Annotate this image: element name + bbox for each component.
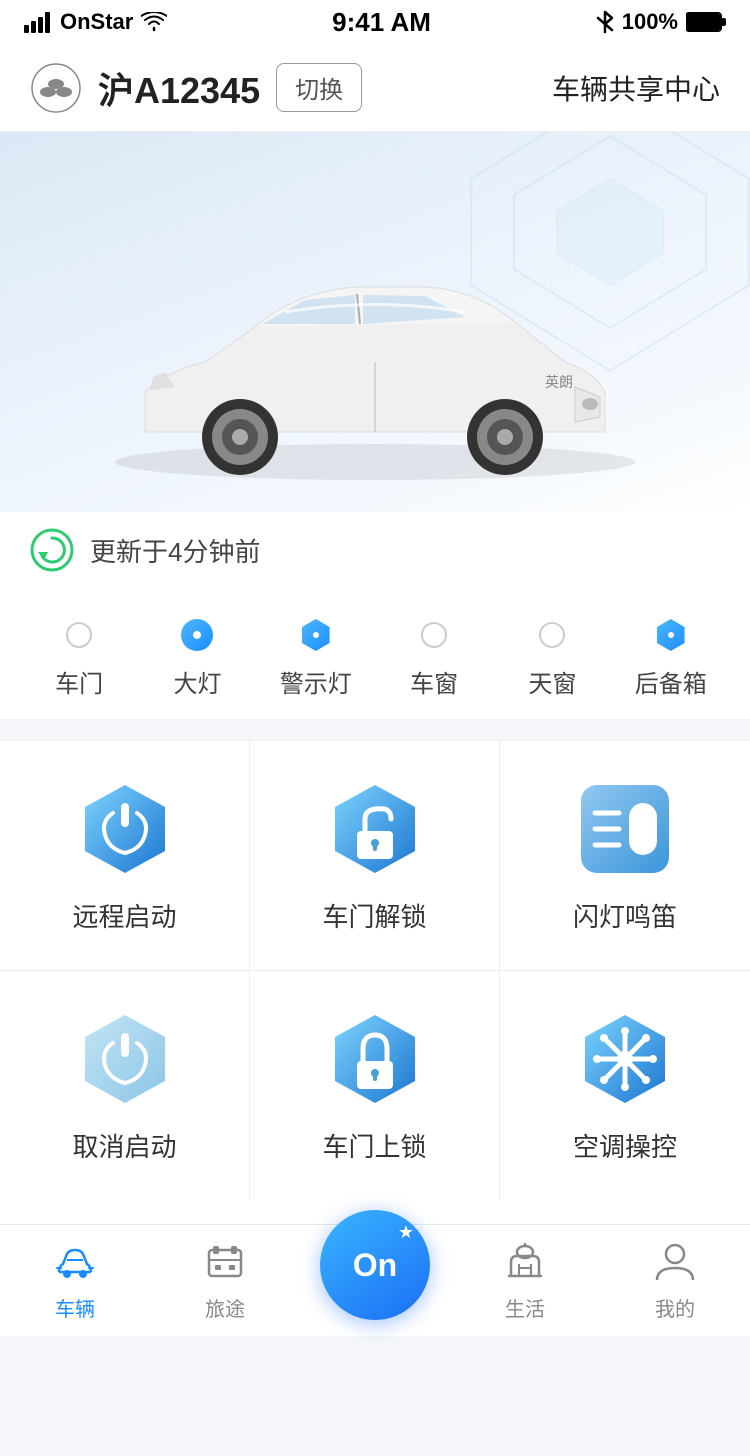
ac-control-svg xyxy=(577,1011,673,1107)
vehicle-nav-icon xyxy=(50,1237,100,1287)
spacer xyxy=(0,1336,750,1456)
status-row: 车门 大灯 警示灯 车窗 天窗 xyxy=(0,588,750,720)
buick-logo xyxy=(30,62,82,114)
life-nav-label: 生活 xyxy=(505,1293,545,1322)
update-bar[interactable]: 更新于4分钟前 xyxy=(0,512,750,588)
status-bar: OnStar 9:41 AM 100% xyxy=(0,0,750,44)
flash-horn-svg xyxy=(577,781,673,877)
remote-start-icon xyxy=(77,781,173,877)
hazard-status-indicator xyxy=(299,618,333,652)
refresh-icon[interactable] xyxy=(30,528,74,572)
vehicle-nav-label: 车辆 xyxy=(55,1293,95,1322)
door-lock-svg xyxy=(327,1011,423,1107)
status-item-hazard[interactable]: 警示灯 xyxy=(266,618,366,699)
ac-control-label: 空调操控 xyxy=(573,1127,677,1164)
trunk-label: 后备箱 xyxy=(635,664,707,699)
window-label: 车窗 xyxy=(410,664,458,699)
headlight-label: 大灯 xyxy=(173,664,221,699)
status-right: 100% xyxy=(596,9,726,35)
sunroof-status-indicator xyxy=(535,618,569,652)
wifi-icon xyxy=(141,12,167,32)
window-status-indicator xyxy=(417,618,451,652)
status-time: 9:41 AM xyxy=(332,7,431,38)
status-item-door[interactable]: 车门 xyxy=(29,618,129,699)
status-left: OnStar xyxy=(24,9,167,35)
nav-item-onstar[interactable]: ★ On xyxy=(315,1240,435,1320)
trip-nav-icon xyxy=(200,1237,250,1287)
door-unlock-label: 车门解锁 xyxy=(322,897,426,934)
flash-horn-button[interactable]: 闪灯鸣笛 xyxy=(500,741,750,971)
ac-control-button[interactable]: 空调操控 xyxy=(500,971,750,1200)
switch-vehicle-button[interactable]: 切换 xyxy=(276,63,362,112)
cancel-start-icon xyxy=(77,1011,173,1107)
trunk-status-indicator xyxy=(654,618,688,652)
battery-percent: 100% xyxy=(622,9,678,35)
status-item-trunk[interactable]: 后备箱 xyxy=(621,618,721,699)
header-left: 沪A12345 切换 xyxy=(30,62,362,114)
bluetooth-icon xyxy=(596,10,614,34)
door-unlock-svg xyxy=(327,781,423,877)
flash-horn-icon xyxy=(577,781,673,877)
headlight-status-indicator xyxy=(180,618,214,652)
cancel-start-button[interactable]: 取消启动 xyxy=(0,971,250,1200)
sunroof-label: 天窗 xyxy=(528,664,576,699)
nav-item-profile[interactable]: 我的 xyxy=(615,1237,735,1322)
door-unlock-button[interactable]: 车门解锁 xyxy=(250,741,500,971)
cancel-start-svg xyxy=(77,1011,173,1107)
door-label: 车门 xyxy=(55,664,103,699)
door-status-indicator xyxy=(62,618,96,652)
status-item-window[interactable]: 车窗 xyxy=(384,618,484,699)
profile-nav-icon xyxy=(650,1237,700,1287)
status-item-sunroof[interactable]: 天窗 xyxy=(502,618,602,699)
onstar-label: On xyxy=(353,1249,397,1281)
door-lock-button[interactable]: 车门上锁 xyxy=(250,971,500,1200)
door-lock-icon xyxy=(327,1011,423,1107)
plate-number: 沪A12345 xyxy=(98,62,260,114)
remote-start-svg xyxy=(77,781,173,877)
door-lock-label: 车门上锁 xyxy=(322,1127,426,1164)
bottom-nav: 车辆 旅途 ★ On xyxy=(0,1224,750,1334)
onstar-center-button[interactable]: ★ On xyxy=(320,1210,430,1320)
svg-text:英朗: 英朗 xyxy=(545,374,573,391)
battery-icon xyxy=(686,11,726,33)
app-header: 沪A12345 切换 车辆共享中心 xyxy=(0,44,750,132)
nav-item-vehicle[interactable]: 车辆 xyxy=(15,1237,135,1322)
nav-item-life[interactable]: 生活 xyxy=(465,1237,585,1322)
section-divider xyxy=(0,720,750,740)
nav-item-trip[interactable]: 旅途 xyxy=(165,1237,285,1322)
control-grid: 远程启动 车门解锁 xyxy=(0,740,750,1200)
door-unlock-icon xyxy=(327,781,423,877)
update-text: 更新于4分钟前 xyxy=(90,532,260,569)
remote-start-label: 远程启动 xyxy=(72,897,176,934)
car-image: 英朗 xyxy=(85,222,665,502)
flash-horn-label: 闪灯鸣笛 xyxy=(573,897,677,934)
status-item-headlight[interactable]: 大灯 xyxy=(147,618,247,699)
life-nav-icon xyxy=(500,1237,550,1287)
hero-section: 英朗 xyxy=(0,132,750,512)
signal-icon xyxy=(24,11,52,33)
carrier-name: OnStar xyxy=(60,9,133,35)
sharing-center-title[interactable]: 车辆共享中心 xyxy=(552,68,720,108)
ac-control-icon xyxy=(577,1011,673,1107)
cancel-start-label: 取消启动 xyxy=(72,1127,176,1164)
remote-start-button[interactable]: 远程启动 xyxy=(0,741,250,971)
onstar-star: ★ xyxy=(398,1222,414,1243)
profile-nav-label: 我的 xyxy=(655,1293,695,1322)
trip-nav-label: 旅途 xyxy=(205,1293,245,1322)
hazard-label: 警示灯 xyxy=(280,664,352,699)
